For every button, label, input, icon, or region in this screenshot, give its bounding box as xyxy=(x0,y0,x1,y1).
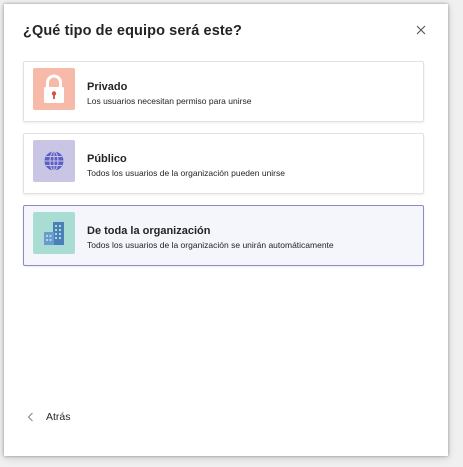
team-type-public-option[interactable]: Público Todos los usuarios de la organiz… xyxy=(23,133,424,194)
team-type-org-wide-option[interactable]: De toda la organización Todos los usuari… xyxy=(23,205,424,266)
back-label: Atrás xyxy=(46,411,71,423)
public-icon-tile xyxy=(33,140,75,182)
org-wide-icon-tile xyxy=(33,212,75,254)
back-button[interactable]: Atrás xyxy=(26,409,71,425)
chevron-left-icon xyxy=(27,412,33,422)
globe-icon xyxy=(44,151,64,171)
option-description: Los usuarios necesitan permiso para unir… xyxy=(87,96,252,106)
building-icon xyxy=(44,222,64,245)
private-icon-tile xyxy=(33,68,75,110)
lock-icon xyxy=(44,74,64,103)
dialog-title: ¿Qué tipo de equipo será este? xyxy=(23,23,242,39)
create-team-dialog: ¿Qué tipo de equipo será este? Privado L… xyxy=(4,4,448,456)
option-description: Todos los usuarios de la organización se… xyxy=(87,240,334,250)
close-button[interactable] xyxy=(413,22,429,38)
option-title: Privado xyxy=(87,81,128,93)
option-title: Público xyxy=(87,153,127,165)
option-description: Todos los usuarios de la organización pu… xyxy=(87,168,285,178)
option-title: De toda la organización xyxy=(87,225,211,237)
close-icon xyxy=(416,25,426,35)
team-type-private-option[interactable]: Privado Los usuarios necesitan permiso p… xyxy=(23,61,424,122)
